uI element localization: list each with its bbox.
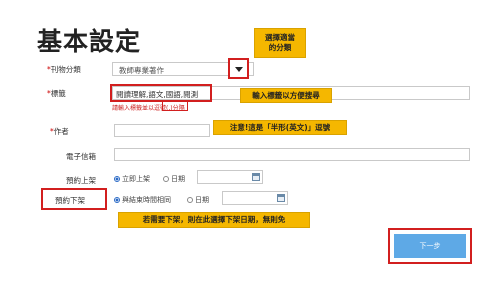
comma-highlight [162,101,188,111]
publish-now-option[interactable]: 立即上架 [114,174,150,184]
calendar-icon[interactable] [252,173,260,181]
publish-date-option[interactable]: 日期 [163,174,185,184]
author-input[interactable] [114,124,210,137]
callout-comma-note: 注意!這是「半形(英文)」逗號 [213,120,347,135]
radio-checked-icon[interactable] [114,197,120,203]
radio-unchecked-icon[interactable] [163,176,169,182]
tags-label: *標籤 [47,89,66,98]
author-label: *作者 [50,127,69,136]
radio-checked-icon[interactable] [114,176,120,182]
email-label: 電子信箱 [66,152,96,161]
next-button[interactable]: 下一步 [394,234,466,258]
calendar-icon[interactable] [277,194,285,202]
chevron-down-icon[interactable] [228,58,249,79]
category-label: *刊物分類 [47,65,81,74]
callout-tags-input: 輸入標籤以方便搜尋 [240,88,332,103]
radio-unchecked-icon[interactable] [187,197,193,203]
tags-input-value: 閱讀理解,語文,國語,閱測 [116,90,199,99]
unpublish-label: 預約下架 [55,196,85,205]
page-title: 基本設定 [37,27,142,56]
category-select-value: 教師專業著作 [119,66,164,75]
email-input[interactable] [114,148,470,161]
callout-unpublish-note: 若需要下架，則在此選擇下架日期，無則免 [118,212,310,228]
publish-label: 預約上架 [66,176,96,185]
unpublish-same-option[interactable]: 與結束時間相同 [114,195,171,205]
unpublish-date-option[interactable]: 日期 [187,195,209,205]
callout-select-category: 選擇適當 的分類 [254,28,306,58]
